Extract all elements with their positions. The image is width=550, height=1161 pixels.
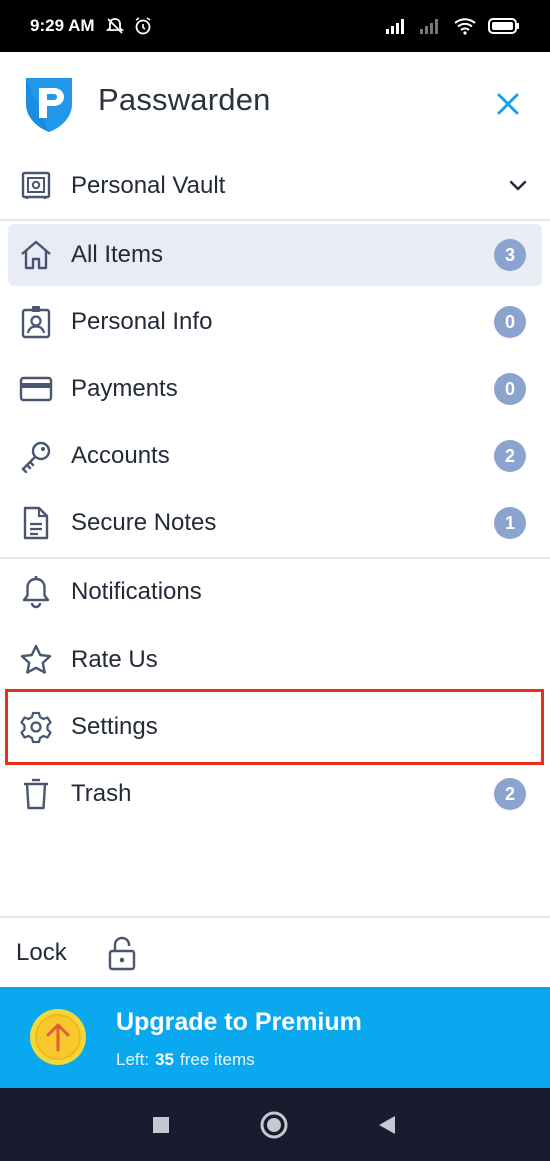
count-badge: 2 bbox=[494, 778, 526, 810]
vault-label: Personal Vault bbox=[71, 172, 226, 199]
nav-item-label: Trash bbox=[71, 780, 132, 807]
star-icon bbox=[18, 642, 54, 678]
wifi-icon bbox=[454, 18, 476, 35]
credit-card-icon bbox=[18, 371, 54, 407]
vault-selector[interactable]: Personal Vault bbox=[0, 152, 550, 220]
premium-left-label: Left: bbox=[116, 1050, 150, 1069]
nav-item-label: Notifications bbox=[71, 578, 202, 605]
signal-weak-icon bbox=[420, 19, 438, 34]
nav-item-personal-info[interactable]: Personal Info 0 bbox=[0, 291, 550, 353]
close-icon bbox=[497, 93, 519, 115]
nav-item-settings[interactable]: Settings bbox=[0, 696, 550, 758]
trash-icon bbox=[18, 776, 54, 812]
free-items-count: 35 bbox=[155, 1050, 175, 1069]
app-title: Passwarden bbox=[98, 82, 271, 117]
gear-icon bbox=[18, 709, 54, 745]
chevron-down-icon bbox=[504, 172, 532, 200]
lock-button[interactable]: Lock bbox=[0, 918, 550, 988]
lock-label: Lock bbox=[16, 939, 67, 966]
home-icon bbox=[18, 237, 54, 273]
status-bar: 9:29 AM bbox=[0, 0, 550, 52]
recents-button[interactable] bbox=[146, 1110, 176, 1140]
premium-subtitle: Left: 35 free items bbox=[116, 1050, 255, 1070]
upgrade-arrow-icon bbox=[30, 1009, 86, 1065]
close-button[interactable] bbox=[488, 84, 528, 124]
nav-item-payments[interactable]: Payments 0 bbox=[0, 358, 550, 420]
count-badge: 1 bbox=[494, 507, 526, 539]
status-time: 9:29 AM bbox=[30, 16, 95, 35]
alarm-icon bbox=[135, 17, 151, 35]
back-button[interactable] bbox=[372, 1110, 402, 1140]
divider bbox=[0, 219, 550, 221]
divider bbox=[0, 557, 550, 559]
free-items-suffix: free items bbox=[180, 1050, 255, 1069]
signal-icon bbox=[386, 19, 404, 34]
lock-icon bbox=[108, 936, 136, 971]
nav-item-label: Personal Info bbox=[71, 308, 213, 335]
vault-icon bbox=[18, 168, 54, 204]
nav-item-rate-us[interactable]: Rate Us bbox=[0, 629, 550, 691]
document-icon bbox=[18, 505, 54, 541]
count-badge: 2 bbox=[494, 440, 526, 472]
nav-item-label: Rate Us bbox=[71, 646, 158, 673]
drawer-header: Passwarden bbox=[0, 52, 550, 152]
nav-item-all-items[interactable]: All Items 3 bbox=[0, 224, 550, 286]
upgrade-premium-banner[interactable]: Upgrade to Premium Left: 35 free items bbox=[0, 987, 550, 1088]
system-navigation-bar bbox=[0, 1088, 550, 1161]
id-card-icon bbox=[18, 304, 54, 340]
muted-bell-icon bbox=[105, 18, 124, 34]
nav-item-label: Payments bbox=[71, 375, 178, 402]
count-badge: 0 bbox=[494, 306, 526, 338]
nav-item-trash[interactable]: Trash 2 bbox=[0, 763, 550, 825]
home-button[interactable] bbox=[259, 1110, 289, 1140]
bell-icon bbox=[18, 574, 54, 610]
nav-item-accounts[interactable]: Accounts 2 bbox=[0, 425, 550, 487]
nav-item-label: Settings bbox=[71, 713, 158, 740]
app-logo-icon bbox=[26, 78, 72, 132]
nav-item-label: All Items bbox=[71, 241, 164, 268]
nav-item-notifications[interactable]: Notifications bbox=[0, 561, 550, 623]
key-icon bbox=[18, 438, 54, 474]
nav-item-label: Accounts bbox=[71, 442, 170, 469]
count-badge: 0 bbox=[494, 373, 526, 405]
count-badge: 3 bbox=[494, 239, 526, 271]
nav-item-secure-notes[interactable]: Secure Notes 1 bbox=[0, 492, 550, 554]
circle-icon bbox=[260, 1111, 288, 1139]
square-icon bbox=[153, 1117, 169, 1133]
battery-icon bbox=[488, 18, 519, 34]
nav-item-label: Secure Notes bbox=[71, 509, 217, 536]
premium-title: Upgrade to Premium bbox=[116, 1008, 362, 1036]
back-triangle-icon bbox=[379, 1116, 395, 1134]
